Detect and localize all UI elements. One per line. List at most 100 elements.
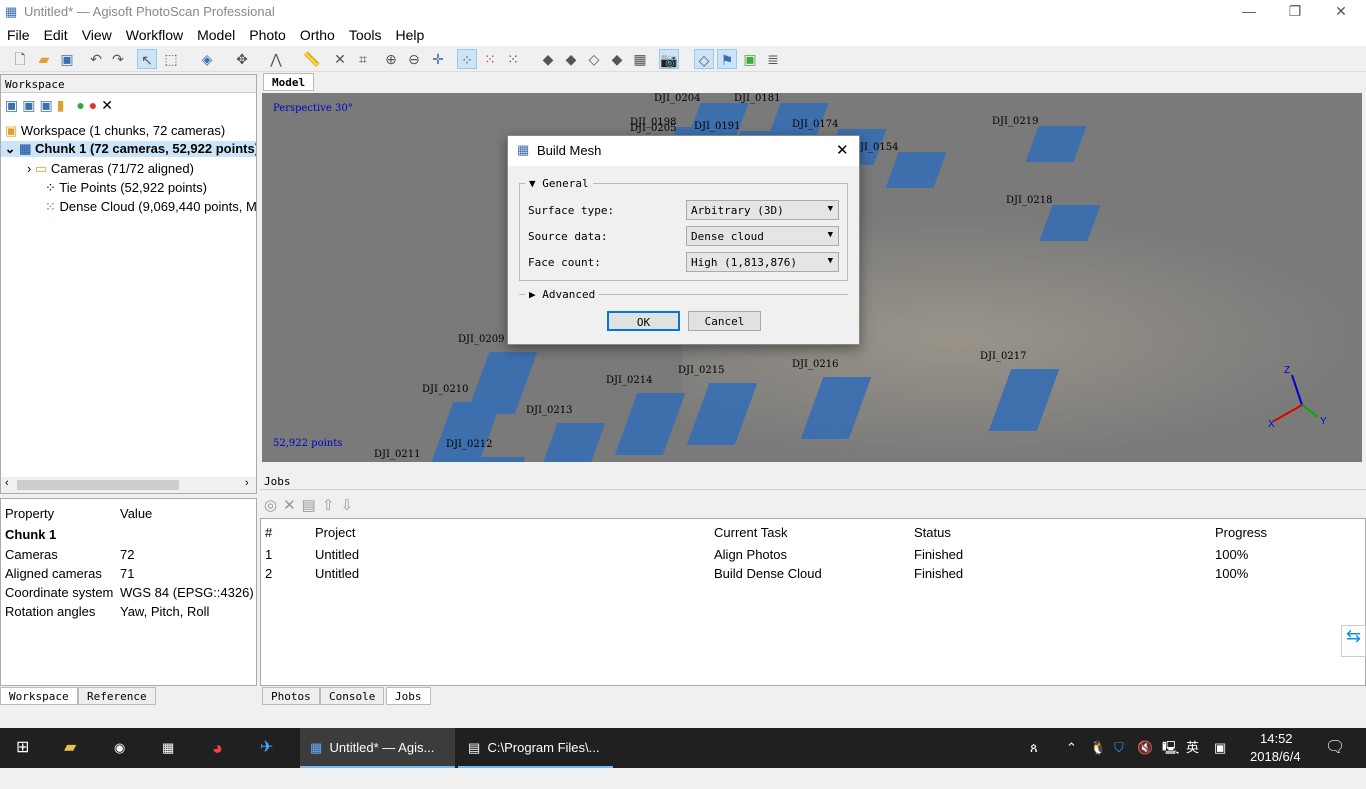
tiled-icon[interactable]: ▦ (630, 49, 650, 69)
face-count-select[interactable]: High (1,813,876) (686, 252, 839, 272)
cameras-icon[interactable]: 📷 (659, 49, 679, 69)
app-icon-3[interactable]: ✈ (260, 728, 273, 768)
crop-icon[interactable]: ⌗ (353, 49, 373, 69)
wireframe-icon[interactable]: ◇ (584, 49, 604, 69)
column-header[interactable]: Status (914, 525, 951, 540)
tab-workspace[interactable]: Workspace (0, 687, 78, 705)
security-icon[interactable]: ⛉ (1114, 728, 1124, 768)
move-icon[interactable]: ✥ (232, 49, 252, 69)
textured-icon[interactable]: ◆ (607, 49, 627, 69)
image-icon[interactable]: ▣ (740, 49, 760, 69)
camera-plane[interactable] (534, 423, 606, 462)
delete-icon[interactable]: ✕ (330, 49, 350, 69)
add-marker-icon[interactable]: ▮ (57, 97, 69, 113)
camera-plane[interactable] (614, 393, 686, 455)
add-folder-icon[interactable]: ▣ (39, 97, 56, 113)
start-icon[interactable]: ⊞ (16, 728, 29, 768)
column-header[interactable]: # (265, 525, 272, 540)
notifications-icon[interactable]: 🗨 (1325, 728, 1345, 768)
reset-view-icon[interactable]: ✛ (428, 49, 448, 69)
point-cloud-icon[interactable]: ⁘ (457, 49, 477, 69)
menu-model[interactable]: Model (190, 24, 242, 43)
app-icon-2[interactable]: ▦ (162, 728, 174, 768)
menu-ortho[interactable]: Ortho (293, 24, 342, 43)
people-icon[interactable]: ጰ (1030, 728, 1038, 768)
volume-muted-icon[interactable]: 🔇 (1137, 728, 1153, 768)
advanced-toggle[interactable]: ▶ Advanced (525, 288, 600, 301)
chrome-icon[interactable]: ◕ (212, 728, 223, 768)
close-button[interactable]: ✕ (1318, 0, 1364, 24)
tab-console[interactable]: Console (320, 687, 385, 705)
general-toggle[interactable]: ▼ General (525, 177, 593, 190)
open-icon[interactable]: ▰ (34, 49, 54, 69)
column-header[interactable]: Project (315, 525, 355, 540)
camera-plane[interactable] (1025, 126, 1087, 162)
column-header[interactable]: Progress (1215, 525, 1267, 540)
move-down-icon[interactable]: ⇩ (340, 497, 359, 514)
solid-icon[interactable]: ◆ (561, 49, 581, 69)
ruler-icon[interactable]: 📏 (302, 49, 322, 69)
zoom-out-icon[interactable]: ⊖ (404, 49, 424, 69)
cancel-button[interactable]: Cancel (688, 311, 761, 331)
redo-icon[interactable]: ↷ (108, 49, 128, 69)
enable-icon[interactable]: ● (76, 97, 88, 113)
dialog-close-button[interactable]: ✕ (836, 141, 849, 159)
restore-button[interactable]: ❐ (1272, 0, 1318, 24)
menu-workflow[interactable]: Workflow (119, 24, 190, 43)
camera-plane[interactable] (430, 402, 502, 462)
file-explorer-icon[interactable]: ▰ (64, 728, 76, 768)
layers-icon[interactable]: ≣ (763, 49, 783, 69)
draw-icon[interactable]: ⋀ (266, 49, 286, 69)
shaded-icon[interactable]: ◆ (538, 49, 558, 69)
horizontal-scrollbar[interactable]: ‹ › (1, 477, 256, 493)
markers-icon[interactable]: ⚑ (717, 49, 737, 69)
rect-select-icon[interactable]: ⬚ (161, 49, 181, 69)
minimize-button[interactable]: — (1226, 0, 1272, 24)
pause-icon[interactable]: ◎ (264, 497, 283, 514)
menu-file[interactable]: File (0, 24, 37, 43)
move-up-icon[interactable]: ⇧ (322, 497, 341, 514)
show-hidden-icon[interactable]: ⌃ (1066, 728, 1077, 768)
app-icon-1[interactable]: ◉ (114, 728, 125, 768)
menu-view[interactable]: View (75, 24, 119, 43)
save-icon[interactable]: ▣ (57, 49, 77, 69)
dense-cloud-icon[interactable]: ⁙ (480, 49, 500, 69)
stop-icon[interactable]: ✕ (283, 497, 302, 514)
add-chunk-icon[interactable]: ▣ (5, 97, 22, 113)
tree-tie-points[interactable]: ⁘ Tie Points (52,922 points) (45, 180, 207, 196)
tree-cameras[interactable]: › ▭ Cameras (71/72 aligned) (27, 161, 194, 177)
surface-type-select[interactable]: Arbitrary (3D) (686, 200, 839, 220)
teamviewer-icon[interactable]: ⇆ (1341, 625, 1366, 657)
remove-icon[interactable]: ✕ (101, 97, 117, 113)
taskbar-explorer[interactable]: ▤ C:\Program Files\... (458, 728, 613, 768)
shapes-icon[interactable]: ◇ (694, 49, 714, 69)
menu-tools[interactable]: Tools (342, 24, 389, 43)
menu-photo[interactable]: Photo (242, 24, 293, 43)
camera-plane[interactable] (885, 152, 947, 188)
ime-indicator[interactable]: 英 (1186, 728, 1199, 768)
clear-icon[interactable]: ▤ (302, 497, 322, 514)
disable-icon[interactable]: ● (89, 97, 101, 113)
column-header[interactable]: Current Task (714, 525, 787, 540)
tab-jobs[interactable]: Jobs (386, 687, 431, 705)
qq-icon[interactable]: 🐧 (1090, 728, 1106, 768)
menu-help[interactable]: Help (389, 24, 432, 43)
rotate-object-icon[interactable]: ◈ (197, 49, 217, 69)
ime-mode-icon[interactable]: ▣ (1214, 728, 1226, 768)
tree-dense-cloud[interactable]: ⁙ Dense Cloud (9,069,440 points, M (45, 199, 257, 215)
new-icon[interactable]: 🗋 (10, 49, 30, 69)
tree-workspace[interactable]: ▣ Workspace (1 chunks, 72 cameras) (5, 123, 225, 139)
navigate-icon[interactable]: ↖ (137, 49, 157, 69)
ok-button[interactable]: OK (607, 311, 680, 331)
undo-icon[interactable]: ↶ (86, 49, 106, 69)
zoom-in-icon[interactable]: ⊕ (381, 49, 401, 69)
taskbar-photoscan[interactable]: ▦ Untitled* — Agis... (300, 728, 455, 768)
menu-edit[interactable]: Edit (37, 24, 75, 43)
network-icon[interactable]: 🖳 (1162, 728, 1179, 768)
tree-chunk[interactable]: ⌄ ▦ Chunk 1 (72 cameras, 52,922 points) (1, 141, 256, 157)
add-photos-icon[interactable]: ▣ (22, 97, 39, 113)
clock-date[interactable]: 2018/6/4 (1250, 749, 1301, 789)
tab-model[interactable]: Model (263, 73, 315, 91)
source-data-select[interactable]: Dense cloud (686, 226, 839, 246)
dense-classes-icon[interactable]: ⁙ (503, 49, 523, 69)
